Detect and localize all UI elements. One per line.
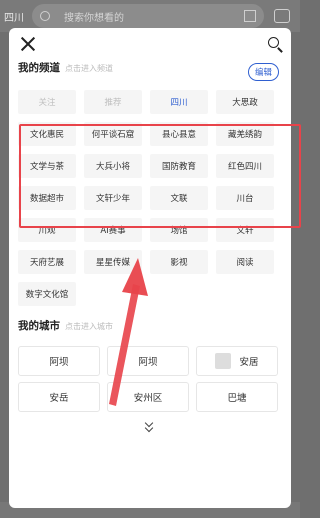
- channel-item[interactable]: 文化惠民: [18, 122, 76, 146]
- expand-more-icon[interactable]: [144, 418, 156, 434]
- my-cities-header: 我的城市 点击进入城市: [9, 318, 291, 340]
- channel-item[interactable]: 关注: [18, 90, 76, 114]
- channel-item[interactable]: 红色四川: [216, 154, 274, 178]
- city-label: 阿坝: [49, 357, 69, 368]
- city-label: 安岳: [49, 393, 69, 404]
- channel-item[interactable]: 大思政: [216, 90, 274, 114]
- channel-item[interactable]: 推荐: [84, 90, 142, 114]
- close-icon[interactable]: [20, 36, 36, 52]
- city-label: 阿坝: [138, 357, 158, 368]
- background-city: 四川: [4, 12, 24, 24]
- channel-item[interactable]: 大兵小将: [84, 154, 142, 178]
- channel-item[interactable]: 川观: [18, 218, 76, 242]
- channel-item[interactable]: 何平谈石窟: [84, 122, 142, 146]
- city-thumbnail: [215, 353, 232, 369]
- city-label: 巴塘: [227, 393, 247, 404]
- channel-item[interactable]: 文学与茶: [18, 154, 76, 178]
- channel-item[interactable]: 文联: [150, 186, 208, 210]
- channel-item[interactable]: 文轩: [216, 218, 274, 242]
- city-item[interactable]: 阿坝: [107, 346, 189, 376]
- edit-button[interactable]: 编辑: [247, 63, 279, 81]
- my-channels-header: 我的频道 点击进入频道 编辑: [9, 60, 291, 82]
- city-item[interactable]: 安州区: [107, 382, 189, 412]
- search-icon[interactable]: [268, 37, 279, 48]
- city-item[interactable]: 巴塘: [196, 382, 278, 412]
- channel-item[interactable]: 场馆: [150, 218, 208, 242]
- my-cities-hint: 点击进入城市: [65, 322, 113, 331]
- channel-grid: 关注 推荐 四川 大思政 文化惠民 何平谈石窟 县心县意 藏羌绣韵 文学与茶 大…: [9, 82, 291, 306]
- my-channels-title: 我的频道: [18, 62, 60, 74]
- channel-item[interactable]: AI赛事: [84, 218, 142, 242]
- background-search-placeholder: 搜索你想看的: [64, 12, 124, 24]
- channel-item[interactable]: 数字文化馆: [18, 282, 76, 306]
- city-label: 安居: [239, 357, 259, 368]
- camera-icon: [274, 9, 290, 23]
- channel-item[interactable]: 星星传媒: [84, 250, 142, 274]
- city-item[interactable]: 安居: [196, 346, 278, 376]
- city-label: 安州区: [133, 393, 163, 404]
- city-grid: 阿坝 阿坝 安居 安岳 安州区 巴塘: [9, 340, 291, 412]
- background-search-bar: 搜索你想看的: [32, 4, 264, 28]
- scan-icon: [244, 10, 256, 22]
- channel-item[interactable]: 藏羌绣韵: [216, 122, 274, 146]
- channel-item[interactable]: 天府艺展: [18, 250, 76, 274]
- channel-item[interactable]: 四川: [150, 90, 208, 114]
- channel-item[interactable]: 县心县意: [150, 122, 208, 146]
- channel-item[interactable]: 数据超市: [18, 186, 76, 210]
- city-item[interactable]: 阿坝: [18, 346, 100, 376]
- channel-item[interactable]: 国防教育: [150, 154, 208, 178]
- my-cities-title: 我的城市: [18, 320, 60, 332]
- my-channels-hint: 点击进入频道: [65, 64, 113, 73]
- channel-modal: 我的频道 点击进入频道 编辑 关注 推荐 四川 大思政 文化惠民 何平谈石窟 县…: [9, 28, 291, 508]
- search-icon: [40, 11, 50, 21]
- city-item[interactable]: 安岳: [18, 382, 100, 412]
- channel-item[interactable]: 川台: [216, 186, 274, 210]
- channel-item[interactable]: 阅读: [216, 250, 274, 274]
- channel-item[interactable]: 影视: [150, 250, 208, 274]
- channel-item[interactable]: 文轩少年: [84, 186, 142, 210]
- modal-header: [9, 28, 291, 60]
